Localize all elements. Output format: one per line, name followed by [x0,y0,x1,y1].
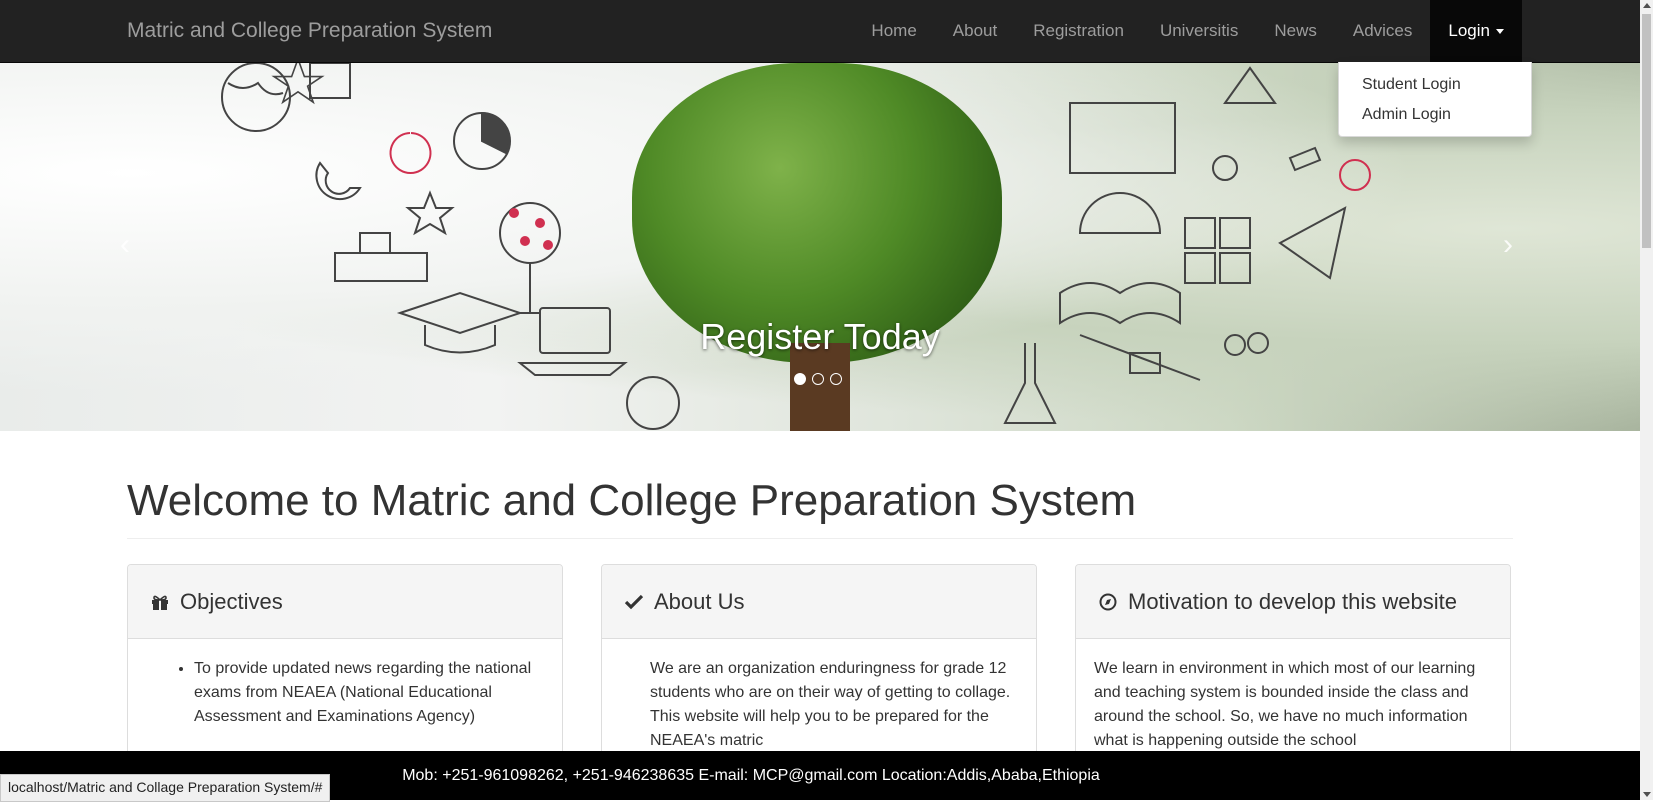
gift-icon [150,593,170,611]
panel-motivation: Motivation to develop this website We le… [1075,564,1511,766]
panel-motivation-body: We learn in environment in which most of… [1094,660,1476,749]
top-navbar: Matric and College Preparation System Ho… [0,0,1640,63]
compass-icon [1098,593,1118,611]
nav-item-login-label: Login [1448,21,1490,40]
footer-contact-text: Mob: +251-961098262, +251-946238635 E-ma… [402,767,1100,784]
dropdown-item-admin-login[interactable]: Admin Login [1339,100,1531,130]
status-url: localhost/Matric and Collage Preparation… [8,779,323,795]
panel-about-us: About Us We are an organization enduring… [601,564,1037,766]
nav-item-about[interactable]: About [935,0,1015,62]
carousel-next-control[interactable]: › [1503,228,1513,262]
nav-item-home[interactable]: Home [853,0,934,62]
nav-item-news[interactable]: News [1256,0,1335,62]
panel-objectives: Objectives To provide updated news regar… [127,564,563,766]
objective-item: To provide updated news regarding the na… [194,657,544,729]
panel-objectives-title: Objectives [180,588,283,614]
panel-about-us-body: We are an organization enduringness for … [650,660,1011,749]
panel-objectives-heading: Objectives [128,565,562,639]
caret-down-icon [1496,29,1504,35]
navbar-brand[interactable]: Matric and College Preparation System [127,19,492,43]
panel-about-us-title: About Us [654,588,745,614]
browser-status-bar: localhost/Matric and Collage Preparation… [0,774,331,802]
carousel-prev-control[interactable]: ‹ [120,228,130,262]
carousel-indicator-1[interactable] [794,373,806,385]
nav-item-registration[interactable]: Registration [1015,0,1142,62]
scroll-up-arrow-icon[interactable] [1643,3,1651,8]
page-header: Welcome to Matric and College Preparatio… [127,476,1513,539]
panel-motivation-title: Motivation to develop this website [1128,588,1457,614]
panel-about-us-heading: About Us [602,565,1036,639]
carousel-indicators [794,373,842,385]
panel-objectives-body: To provide updated news regarding the na… [128,639,562,747]
scroll-down-arrow-icon[interactable] [1643,792,1651,797]
vertical-scrollbar[interactable] [1640,0,1653,800]
panel-motivation-heading: Motivation to develop this website [1076,565,1510,639]
scrollbar-thumb[interactable] [1642,14,1651,248]
carousel-caption: Register Today [700,316,940,357]
nav-item-advices[interactable]: Advices [1335,0,1431,62]
login-dropdown-menu: Student Login Admin Login [1338,62,1532,137]
dropdown-item-student-login[interactable]: Student Login [1339,70,1531,100]
carousel-indicator-2[interactable] [812,373,824,385]
carousel-indicator-3[interactable] [830,373,842,385]
nav-item-universitis[interactable]: Universitis [1142,0,1256,62]
check-icon [624,593,644,611]
page-title: Welcome to Matric and College Preparatio… [127,476,1137,525]
nav-menu: Home About Registration Universitis News… [853,0,1522,62]
nav-item-login[interactable]: Login [1430,0,1522,62]
